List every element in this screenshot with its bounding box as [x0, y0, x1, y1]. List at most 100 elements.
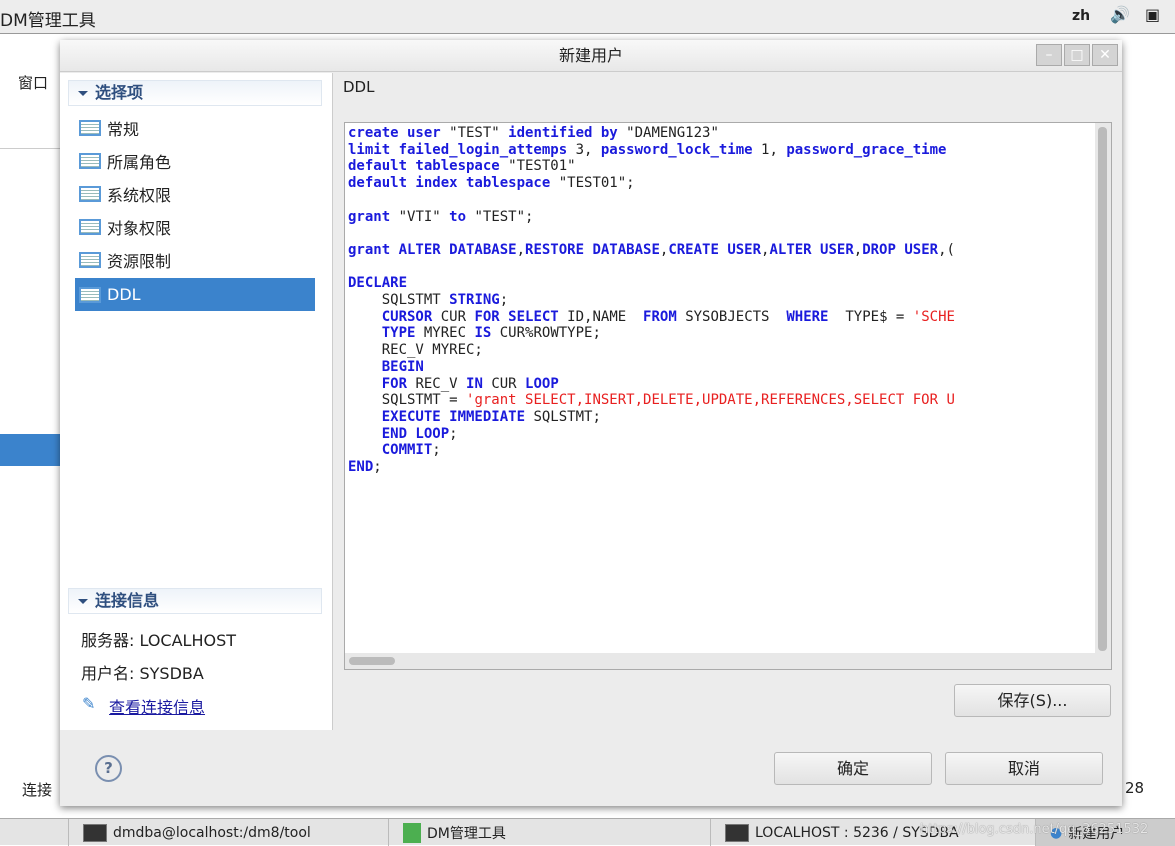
- keyword-token: RESTORE DATABASE: [525, 241, 660, 258]
- code-line: END;: [348, 459, 955, 476]
- keyword-token: IS: [474, 325, 492, 342]
- keyword-token: END: [348, 459, 374, 476]
- options-section-header[interactable]: 选择项: [68, 80, 322, 106]
- scroll-thumb[interactable]: [349, 657, 395, 665]
- new-user-dialog: 新建用户 – □ ✕ 选择项 常规 所属角色 系统权限 对象权限 资源限制 DD…: [60, 40, 1122, 806]
- maximize-button[interactable]: □: [1064, 44, 1090, 66]
- sidebar-item-object-privileges[interactable]: 对象权限: [75, 210, 315, 243]
- text-token: TYPE$ =: [828, 308, 913, 325]
- keyword-token: CURSOR: [381, 308, 433, 325]
- text-token: ;: [432, 442, 441, 459]
- keyword-token: FOR SELECT: [474, 308, 559, 325]
- text-token: "DAMENG123": [617, 125, 719, 141]
- minimize-button[interactable]: –: [1036, 44, 1062, 66]
- code-line: create user "TEST" identified by "DAMENG…: [348, 125, 955, 142]
- user-info: 用户名: SYSDBA: [81, 664, 204, 683]
- text-token: ;: [373, 459, 382, 476]
- text-token: ID,NAME: [558, 308, 644, 325]
- keyword-token: BEGIN: [381, 358, 424, 375]
- keyword-token: FOR: [381, 375, 408, 392]
- sidebar-item-system-privileges[interactable]: 系统权限: [75, 177, 315, 210]
- text-token: ;: [449, 425, 458, 442]
- keyword-token: password_lock_time: [600, 141, 753, 158]
- code-line: FOR REC_V IN CUR LOOP: [348, 376, 955, 393]
- menu-window[interactable]: 窗口: [18, 72, 48, 93]
- save-button[interactable]: 保存(S)...: [954, 684, 1111, 717]
- connection-icon: ✎: [82, 694, 96, 713]
- text-token: 3,: [567, 141, 601, 158]
- text-token: "TEST01": [499, 158, 576, 175]
- keyword-token: TYPE: [381, 325, 416, 342]
- text-token: SQLSTMT =: [348, 392, 467, 409]
- string-token: 'grant SELECT,INSERT,DELETE,UPDATE,REFER…: [466, 392, 955, 409]
- close-button[interactable]: ✕: [1092, 44, 1118, 66]
- text-token: CUR: [482, 375, 526, 392]
- text-token: "TEST": [440, 125, 509, 141]
- text-token: "TEST";: [466, 208, 534, 225]
- volume-icon[interactable]: 🔊: [1110, 5, 1130, 24]
- keyword-token: EXECUTE IMMEDIATE: [381, 408, 526, 425]
- ddl-editor[interactable]: create user "TEST" identified by "DAMENG…: [344, 122, 1112, 670]
- terminal-icon: [83, 823, 107, 842]
- keyword-token: limit failed_login_attemps: [348, 141, 568, 158]
- status-right: 28: [1125, 779, 1145, 797]
- keyword-token: grant ALTER DATABASE: [348, 241, 517, 258]
- text-token: "TEST01";: [550, 175, 635, 192]
- code-line: CURSOR CUR FOR SELECT ID,NAME FROM SYSOB…: [348, 309, 955, 326]
- code-line: EXECUTE IMMEDIATE SQLSTMT;: [348, 409, 955, 426]
- code-line: TYPE MYREC IS CUR%ROWTYPE;: [348, 325, 955, 342]
- code-line: BEGIN: [348, 359, 955, 376]
- horizontal-scrollbar[interactable]: [345, 653, 1097, 669]
- sidebar-item-resource-limits[interactable]: 资源限制: [75, 243, 315, 276]
- keyword-token: password_grace_time: [786, 141, 947, 158]
- keyword-token: grant: [348, 208, 391, 225]
- keyword-token: IN: [466, 375, 483, 392]
- task-dm-manager[interactable]: DM管理工具: [388, 819, 710, 846]
- status-connection: 连接: [22, 781, 53, 799]
- list-icon: [79, 251, 101, 268]
- list-icon: [79, 218, 101, 235]
- code-line: SQLSTMT STRING;: [348, 292, 955, 309]
- view-connection-link[interactable]: 查看连接信息: [109, 694, 205, 718]
- connection-section-header[interactable]: 连接信息: [68, 588, 322, 614]
- language-indicator[interactable]: zh: [1072, 8, 1090, 24]
- bg-selected-row[interactable]: [0, 434, 60, 466]
- string-token: 'SCHE: [912, 308, 955, 325]
- text-token: CUR: [432, 308, 475, 325]
- ok-button[interactable]: 确定: [774, 752, 932, 785]
- text-token: "VTI": [390, 208, 450, 225]
- keyword-token: default index tablespace: [348, 175, 551, 192]
- top-panel: DM管理工具 zh 🔊 ▣: [0, 0, 1175, 34]
- vertical-scrollbar[interactable]: [1095, 123, 1111, 669]
- cancel-button[interactable]: 取消: [945, 752, 1103, 785]
- code-line: COMMIT;: [348, 442, 955, 459]
- list-icon: [79, 119, 101, 136]
- list-icon: [79, 286, 101, 303]
- task-terminal[interactable]: dmdba@localhost:/dm8/tool: [68, 819, 388, 846]
- sidebar-item-ddl[interactable]: DDL: [75, 278, 315, 311]
- text-token: ,(: [938, 241, 955, 258]
- server-info: 服务器: LOCALHOST: [81, 631, 237, 650]
- code-line: default index tablespace "TEST01";: [348, 175, 955, 192]
- text-token: REC_V: [407, 375, 467, 392]
- taskbar: dmdba@localhost:/dm8/tool DM管理工具 LOCALHO…: [0, 818, 1175, 846]
- sidebar-item-roles[interactable]: 所属角色: [75, 144, 315, 177]
- sidebar-item-general[interactable]: 常规: [75, 111, 315, 144]
- code-line: grant ALTER DATABASE,RESTORE DATABASE,CR…: [348, 242, 955, 259]
- network-icon[interactable]: ▣: [1145, 5, 1160, 24]
- keyword-token: create user: [348, 125, 441, 141]
- keyword-token: FROM: [643, 308, 677, 325]
- help-icon[interactable]: ?: [95, 755, 122, 782]
- keyword-token: STRING: [449, 292, 500, 309]
- text-token: MYREC: [415, 325, 475, 342]
- text-token: SYSOBJECTS: [676, 308, 787, 325]
- scroll-thumb[interactable]: [1098, 127, 1107, 651]
- keyword-token: DECLARE: [348, 275, 408, 292]
